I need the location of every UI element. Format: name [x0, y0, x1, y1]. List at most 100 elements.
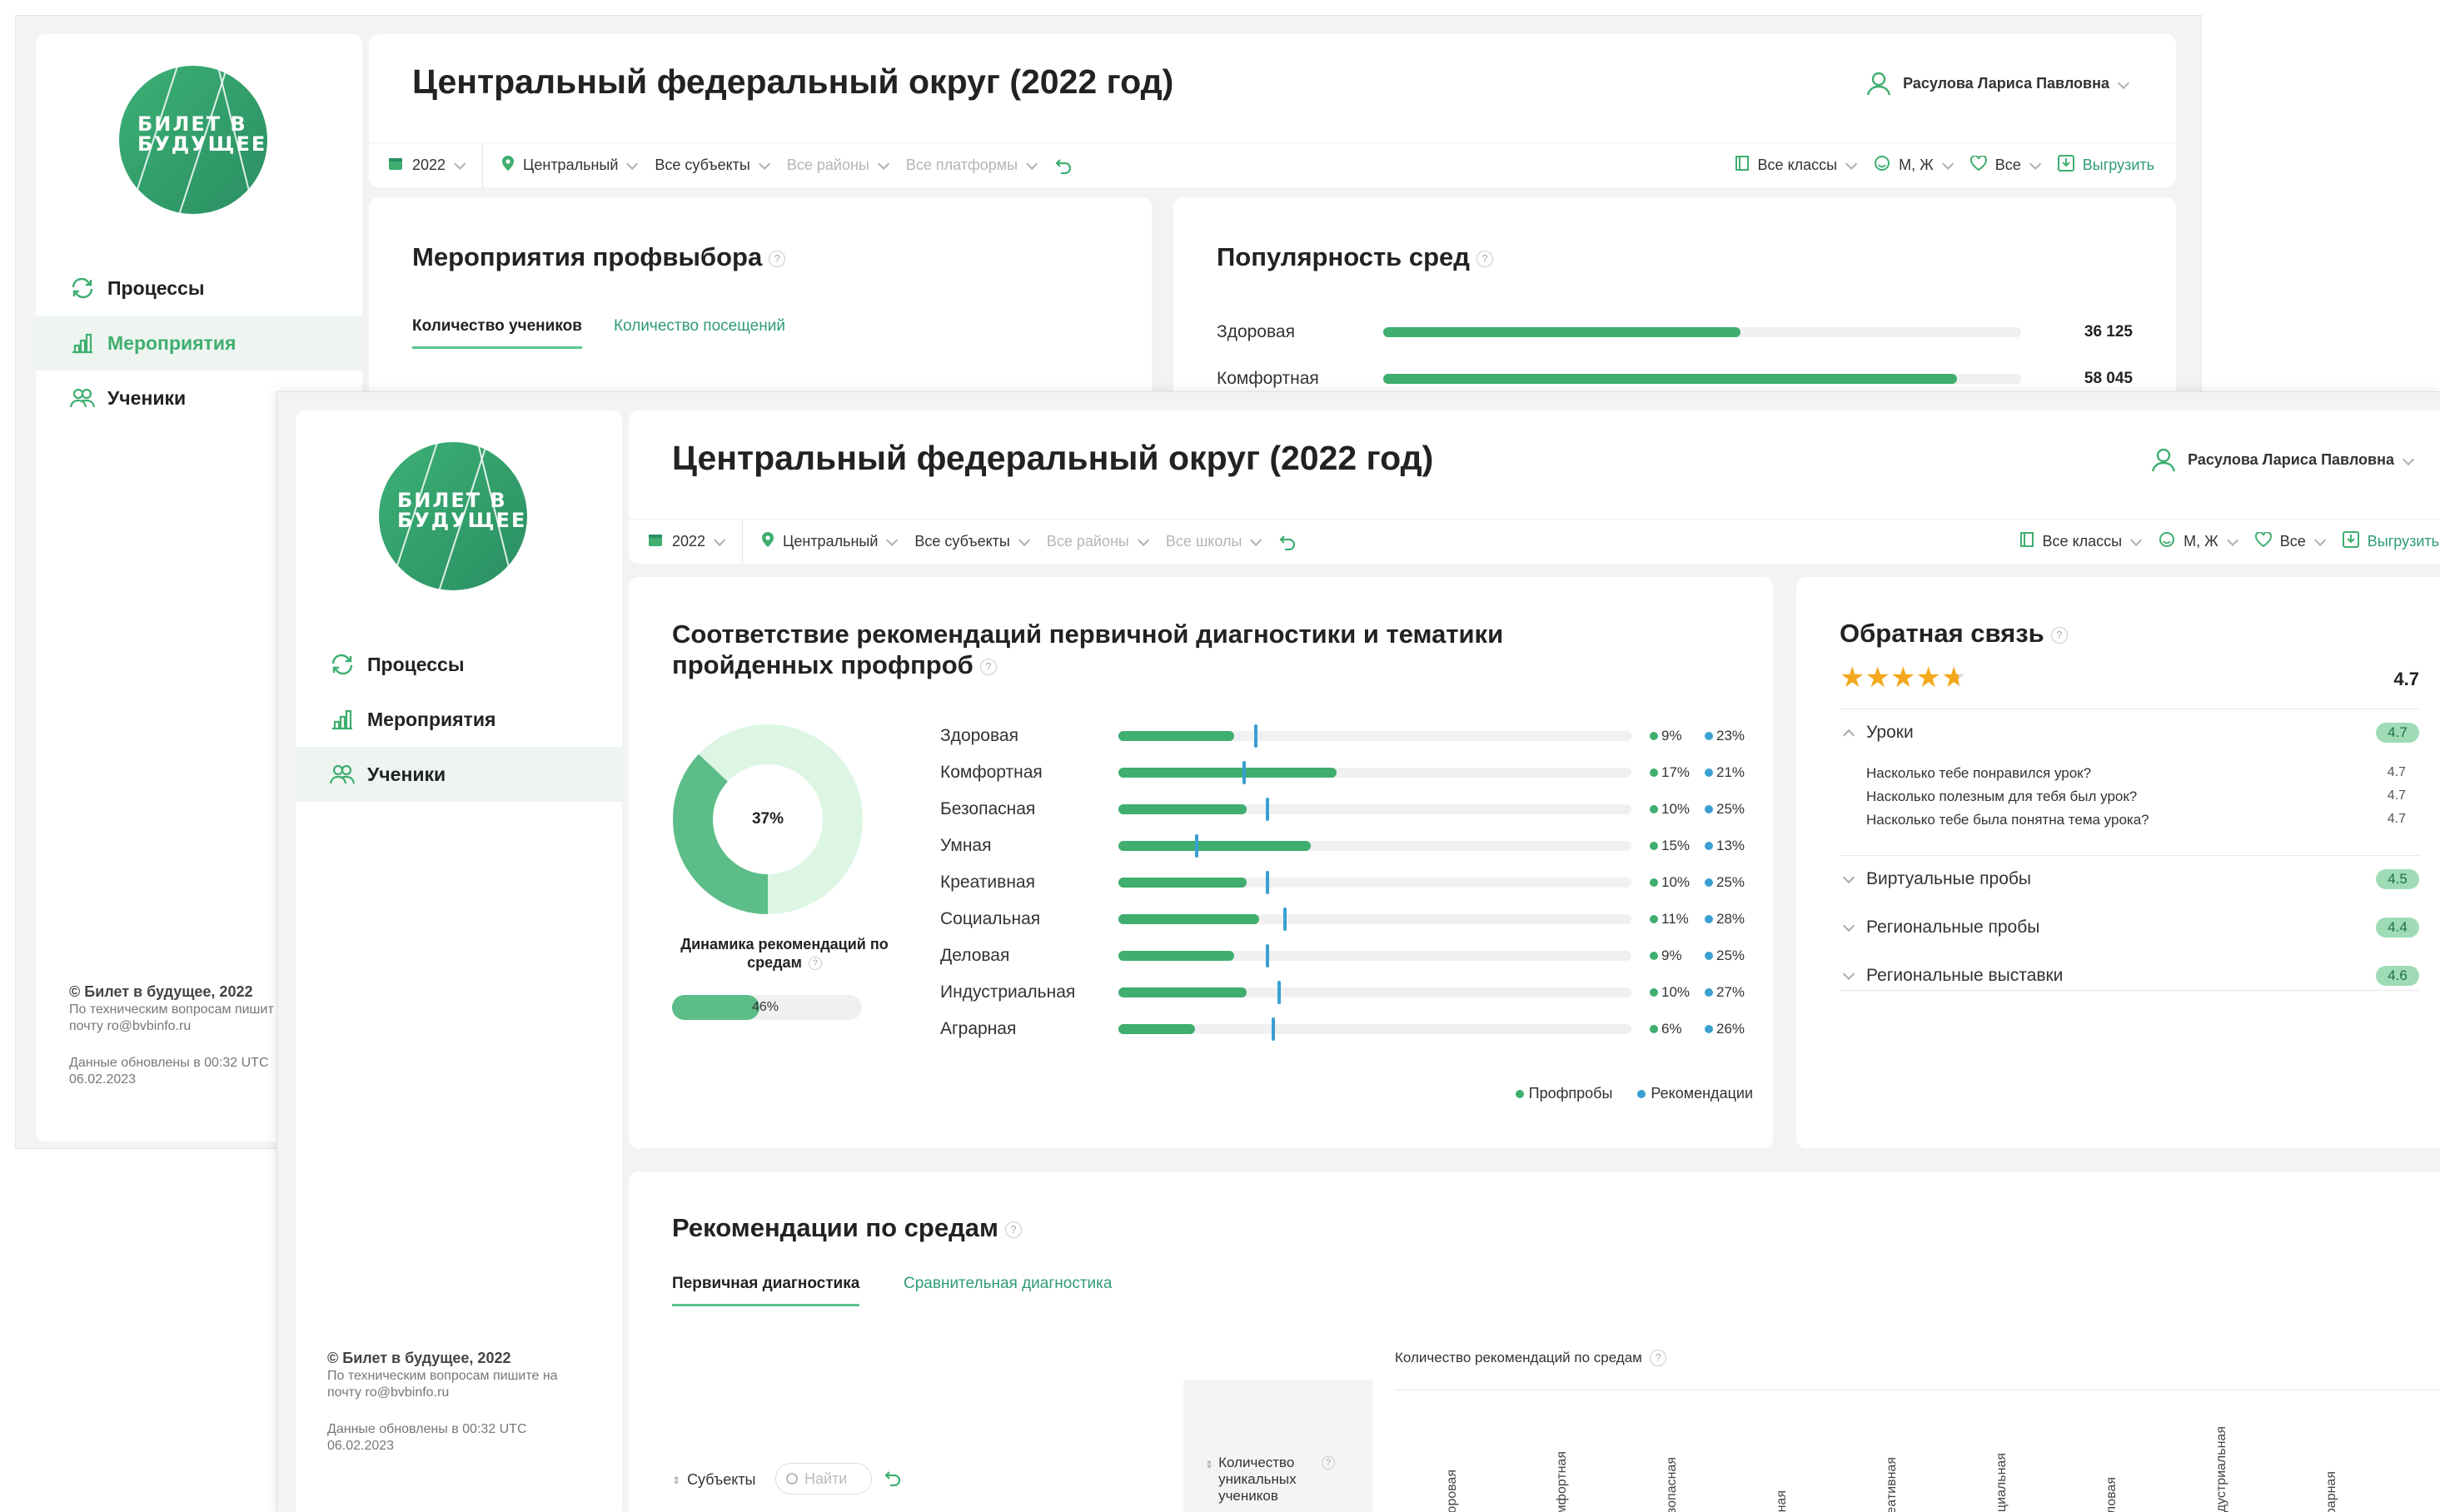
recs-column-header[interactable]: Здоровая	[1445, 1470, 1460, 1512]
unique-students-header[interactable]: ⇕ Количество уникальных учеников ?	[1183, 1380, 1373, 1512]
subjects-filter[interactable]: Все субъекты	[655, 157, 771, 174]
book-icon	[1735, 155, 1750, 176]
star-half-icon: ★	[1940, 662, 1967, 694]
classes-filter[interactable]: Все классы	[1735, 155, 1858, 176]
match-track	[1118, 834, 1631, 858]
trials-bar	[1118, 951, 1234, 961]
recs-column-header[interactable]: Комфортная	[1555, 1451, 1570, 1512]
rating-stars: ★ ★ ★ ★ ★	[1840, 664, 1966, 692]
help-icon[interactable]: ?	[808, 957, 822, 971]
dynamics-title: Динамика рекомендаций по средам?	[680, 936, 889, 971]
export-button[interactable]: Выгрузить	[2342, 531, 2439, 552]
help-icon[interactable]: ?	[769, 250, 786, 267]
trials-value: 17%	[1650, 764, 1690, 781]
recs-column-header[interactable]: Креативная	[1885, 1457, 1900, 1512]
filter-bar: 2022 Центральный Все субъекты Все районы…	[629, 519, 2440, 565]
help-icon[interactable]: ?	[1004, 1221, 1022, 1238]
recs-value: 25%	[1705, 801, 1745, 818]
search-input[interactable]: Найти	[775, 1463, 872, 1495]
feedback-section-row[interactable]: Виртуальные пробы 4.5	[1840, 867, 2419, 892]
score-badge: 4.4	[2376, 918, 2419, 938]
tab-primary[interactable]: Первичная диагностика	[672, 1275, 860, 1306]
tab-students[interactable]: Количество учеников	[412, 317, 582, 349]
match-row-label: Креативная	[940, 873, 1035, 892]
sidebar-item-processes[interactable]: Процессы	[296, 637, 622, 692]
popularity-bar	[1383, 327, 1740, 337]
user-menu[interactable]: Расулова Лариса Павловна	[1865, 69, 2130, 97]
reset-icon[interactable]	[1278, 534, 1297, 550]
match-row-label: Безопасная	[940, 799, 1036, 818]
front-window: БИЛЕТ В БУДУЩЕЕ Процессы Мероприятия Уче…	[276, 391, 2440, 1512]
recs-value: 21%	[1705, 764, 1745, 781]
trials-bar	[1118, 914, 1260, 924]
legend-dot-recs	[1637, 1089, 1646, 1098]
feedback-title: Обратная связь?	[1840, 619, 2068, 649]
feedback-section-row[interactable]: Региональные выставки 4.6	[1840, 963, 2419, 988]
district-filter[interactable]: Центральный	[761, 531, 899, 552]
popularity-row: Здоровая 36 125	[1217, 322, 2133, 341]
events-title: Мероприятия профвыбора?	[412, 242, 786, 272]
recs-column-header[interactable]: Умная	[1775, 1490, 1790, 1512]
trials-value: 9%	[1650, 728, 1682, 744]
page-title: Центральный федеральный округ (2022 год)	[412, 62, 1174, 101]
recs-value: 28%	[1705, 911, 1745, 928]
export-button[interactable]: Выгрузить	[2057, 155, 2154, 176]
search-icon	[786, 1473, 798, 1485]
star-icon: ★	[1915, 662, 1941, 694]
recs-column-header[interactable]: Индустриальная	[2214, 1426, 2229, 1512]
trials-bar	[1118, 878, 1247, 888]
gender-filter[interactable]: М, Ж	[2159, 531, 2238, 552]
regions-filter[interactable]: Все районы	[1047, 533, 1150, 550]
match-track	[1118, 724, 1631, 748]
subjects-sort[interactable]: ⇕ Субъекты	[672, 1471, 756, 1489]
gender-filter[interactable]: М, Ж	[1874, 155, 1954, 176]
match-row: Умная 15% 13%	[940, 833, 1748, 858]
feedback-lessons-row[interactable]: Уроки 4.7	[1840, 720, 2419, 745]
year-filter[interactable]: 2022	[387, 155, 466, 176]
tab-compare[interactable]: Сравнительная диагностика	[904, 1275, 1112, 1293]
reset-icon[interactable]	[1054, 157, 1073, 174]
match-legend: Профпробы Рекомендации	[1515, 1085, 1753, 1102]
health-filter[interactable]: Все	[1969, 155, 2041, 175]
classes-filter[interactable]: Все классы	[2019, 531, 2143, 552]
subjects-filter[interactable]: Все субъекты	[914, 533, 1031, 550]
refresh-icon	[69, 276, 96, 300]
health-filter[interactable]: Все	[2254, 531, 2326, 551]
recs-value: 25%	[1705, 874, 1745, 891]
recs-column-header[interactable]: Безопасная	[1665, 1457, 1680, 1512]
sidebar-item-events[interactable]: Мероприятия	[36, 316, 362, 371]
book-icon	[2019, 531, 2034, 552]
help-icon[interactable]: ?	[2050, 626, 2068, 644]
year-filter[interactable]: 2022	[647, 531, 726, 552]
heart-icon	[2254, 531, 2272, 551]
chevron-down-icon	[1842, 871, 1855, 884]
feedback-section-row[interactable]: Региональные пробы 4.4	[1840, 915, 2419, 940]
help-icon[interactable]: ?	[1650, 1350, 1666, 1366]
user-menu[interactable]: Расулова Лариса Павловна	[2149, 445, 2415, 474]
schools-filter[interactable]: Все школы	[1166, 533, 1262, 550]
bar-chart-icon	[69, 331, 96, 355]
sidebar-item-students[interactable]: Ученики	[296, 747, 622, 802]
recs-marker	[1266, 944, 1270, 967]
tab-visits[interactable]: Количество посещений	[614, 317, 785, 336]
smile-icon	[1874, 155, 1890, 176]
recs-column-header[interactable]: Социальная	[1994, 1453, 2009, 1512]
sidebar-item-events[interactable]: Мероприятия	[296, 692, 622, 747]
platforms-filter[interactable]: Все платформы	[906, 157, 1038, 174]
district-filter[interactable]: Центральный	[501, 155, 639, 176]
refresh-icon	[329, 653, 356, 676]
match-track	[1118, 944, 1631, 967]
regions-filter[interactable]: Все районы	[787, 157, 890, 174]
recs-marker	[1272, 1017, 1276, 1041]
match-rows: Здоровая 9% 23% Комфортная 17% 21% Безопасная 1…	[940, 724, 1748, 1057]
popularity-bar	[1383, 374, 1958, 384]
popularity-title: Популярность сред?	[1217, 242, 1493, 272]
recs-column-header[interactable]: Деловая	[2104, 1477, 2119, 1512]
sidebar-item-processes[interactable]: Процессы	[36, 261, 362, 316]
help-icon[interactable]: ?	[979, 658, 997, 675]
chevron-up-icon	[1842, 729, 1855, 742]
reset-icon[interactable]	[884, 1470, 902, 1490]
count-title: Количество рекомендаций по средам	[1395, 1350, 1642, 1365]
help-icon[interactable]: ?	[1476, 250, 1493, 267]
recs-column-header[interactable]: Аграрная	[2324, 1471, 2339, 1512]
